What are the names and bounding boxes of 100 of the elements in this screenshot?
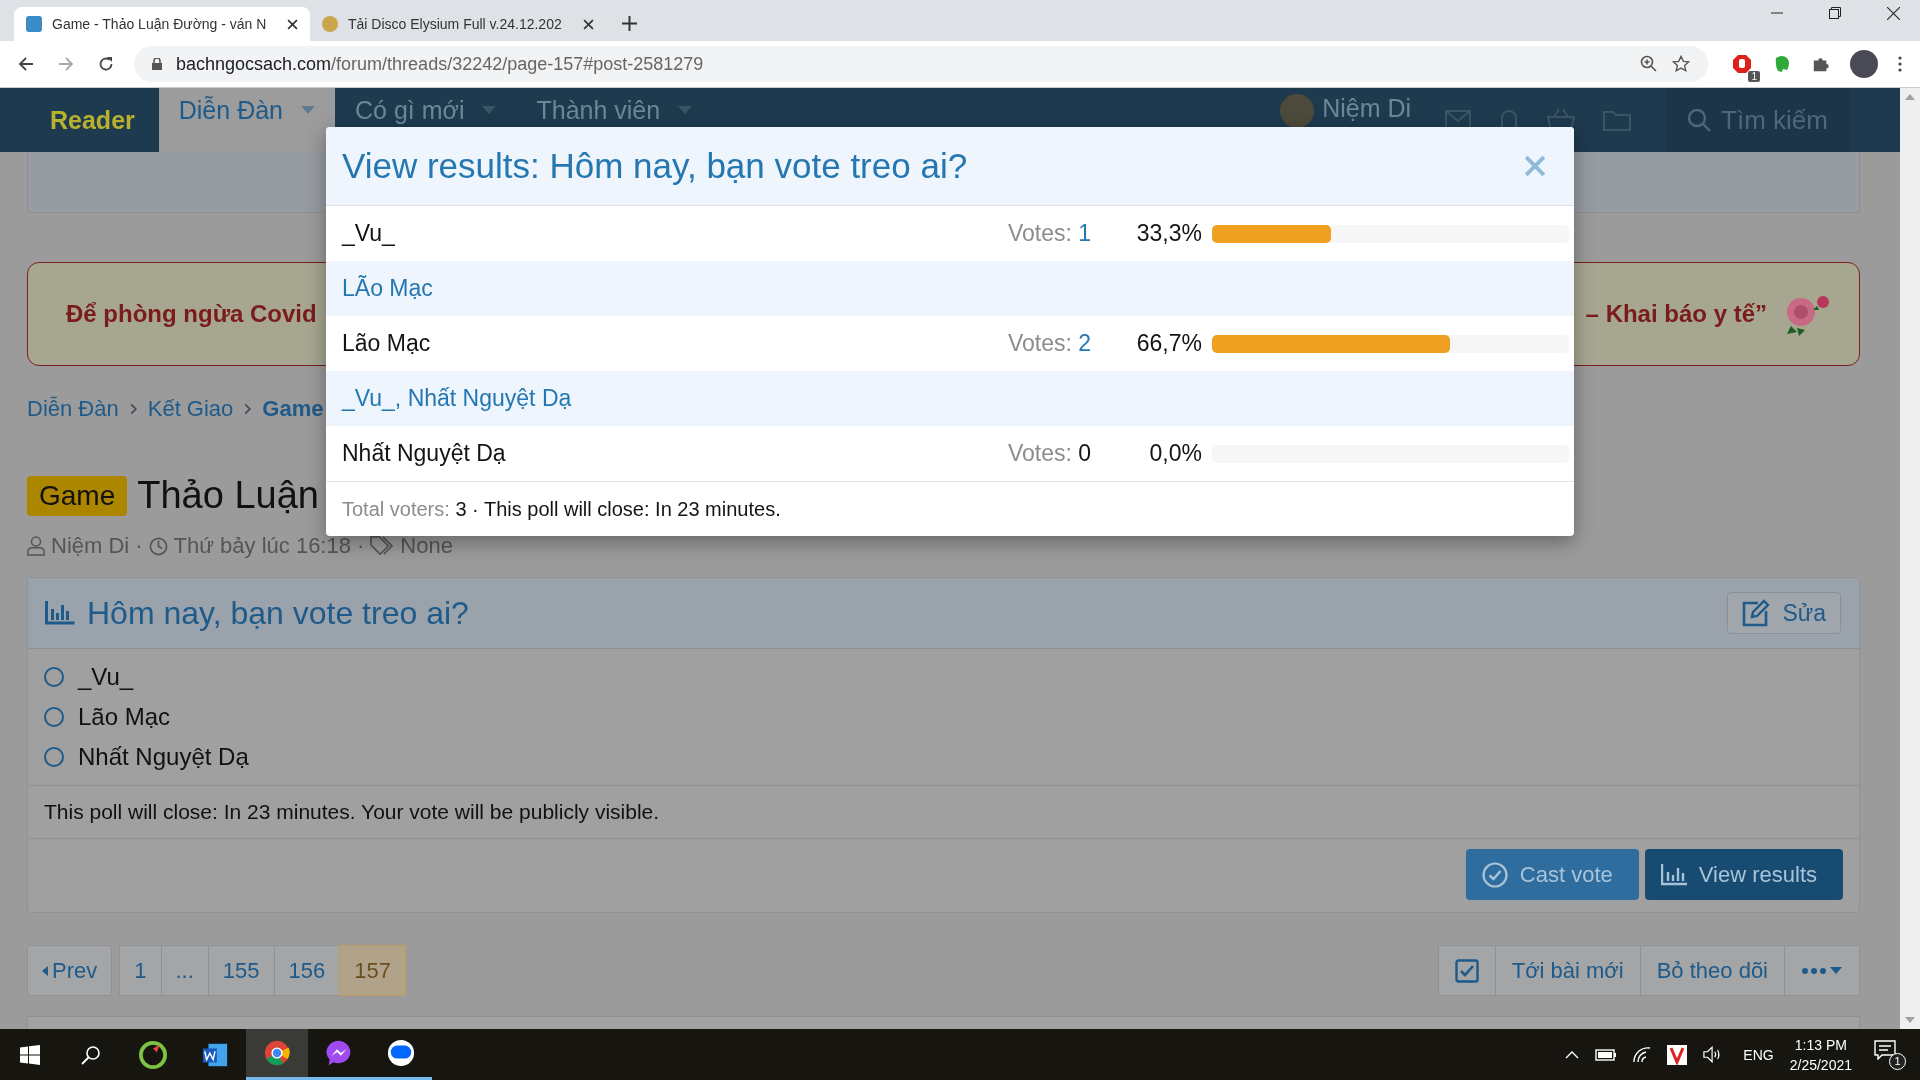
user-menu[interactable]: Niệm Di [1260, 88, 1432, 152]
browser-tab[interactable]: Game - Thảo Luận Đường - ván N [14, 7, 310, 41]
edit-icon [1742, 599, 1771, 627]
thread-action-button[interactable]: Tới bài mới [1494, 945, 1641, 996]
site-logo[interactable]: Reader [50, 105, 135, 135]
chat-bubble-icon [325, 1039, 353, 1067]
zoom-in-icon[interactable] [1640, 55, 1658, 73]
voter-list[interactable]: _Vu_, Nhất Nguyệt Dạ [326, 371, 1574, 426]
breadcrumb-link[interactable]: Kết Giao [147, 396, 234, 422]
option-label[interactable]: Lão Mạc [78, 703, 171, 731]
edit-button[interactable]: Sửa [1727, 592, 1841, 634]
breadcrumb-link[interactable]: Game [262, 396, 324, 422]
option-label[interactable]: Nhất Nguyệt Dạ [78, 743, 249, 771]
vote-percent: 33,3% [1135, 220, 1202, 247]
user-avatar [1280, 94, 1315, 128]
bar-chart-icon [1660, 863, 1687, 886]
vote-count: Votes: 1 [1008, 220, 1093, 247]
reload-icon[interactable] [98, 56, 114, 72]
caret-icon [678, 106, 693, 114]
option-label[interactable]: _Vu_ [78, 663, 134, 691]
chevron-right-icon [244, 403, 252, 415]
lock-icon [152, 58, 162, 70]
new-tab-icon[interactable] [622, 16, 637, 31]
message-icon [1874, 1039, 1896, 1060]
poll-question: Hôm nay, bạn vote treo ai? [87, 594, 469, 632]
watch-toggle[interactable] [1437, 945, 1496, 996]
back-arrow-icon[interactable] [18, 56, 34, 72]
search-icon [1687, 108, 1712, 132]
browser-icon [263, 1039, 291, 1067]
poll-note: This poll will close: In 23 minutes. Your vote will be publicly visible. [28, 786, 1859, 839]
page-number-button[interactable]: 1 [119, 945, 162, 996]
close-icon[interactable] [287, 18, 298, 30]
windows-start-icon[interactable] [20, 1044, 40, 1065]
result-option: Lão Mạc [326, 330, 1008, 357]
site-favicon-icon [26, 16, 42, 32]
more-menu-icon[interactable] [1898, 56, 1902, 72]
page-number-button[interactable]: ... [160, 945, 209, 996]
star-icon[interactable] [1672, 55, 1690, 73]
address-field[interactable]: bachngocsach.com/forum/threads/32242/page-157#post-2581279 [134, 46, 1708, 82]
notice-text: – Khai báo y tế” [1585, 300, 1767, 328]
separator-dot: · [135, 533, 143, 559]
notice-text: Để phòng ngừa Covid [66, 300, 317, 328]
clock-icon [148, 536, 168, 556]
vote-percent: 66,7% [1135, 330, 1202, 357]
bar-chart-icon [44, 601, 75, 625]
radio-button[interactable] [44, 747, 64, 767]
more-options-button[interactable] [1784, 945, 1860, 996]
separator-dot: · [356, 533, 365, 559]
vote-count: Votes: 0 [1008, 440, 1093, 467]
radio-button[interactable] [44, 667, 64, 687]
tags-icon [370, 536, 395, 556]
nav-tab[interactable]: Diễn Đàn [158, 88, 335, 152]
result-option: _Vu_ [326, 220, 1008, 247]
notification-count: 1 [1889, 1052, 1906, 1070]
restore-icon[interactable] [1829, 7, 1841, 19]
poll-option[interactable]: Lão Mạc [44, 703, 1843, 731]
more-dots-icon [1801, 965, 1843, 976]
close-icon[interactable] [1887, 7, 1900, 20]
poll-option[interactable]: Nhất Nguyệt Dạ [44, 743, 1843, 771]
thread-tags: None [400, 533, 453, 559]
v-letter-icon[interactable] [1667, 1044, 1688, 1065]
site-favicon-icon [322, 16, 338, 32]
browser-tab[interactable]: Tải Disco Elysium Full v.24.12.202 [310, 7, 606, 41]
thread-prefix-label[interactable]: Game [27, 475, 128, 516]
caret-left-icon [42, 965, 48, 976]
vote-percent: 0,0% [1148, 440, 1202, 467]
chevron-up-icon[interactable] [1565, 1050, 1580, 1059]
close-icon[interactable] [583, 18, 594, 30]
page-number-button[interactable]: 157 [339, 945, 406, 996]
notifications-button[interactable]: 1 [1874, 1039, 1906, 1070]
user-icon [27, 536, 45, 556]
thread-title: Thảo Luận [137, 474, 319, 517]
thread-date[interactable]: Thứ bảy lúc 16:18 [173, 533, 351, 559]
language-indicator[interactable]: ENG [1743, 1046, 1774, 1063]
thread-author[interactable]: Niệm Di [51, 533, 130, 559]
radio-button[interactable] [44, 707, 64, 727]
search-icon[interactable] [81, 1044, 101, 1065]
page-number-button[interactable]: 156 [273, 945, 341, 996]
chat-app-icon [387, 1039, 415, 1067]
thread-action-button[interactable]: Bỏ theo dõi [1639, 945, 1785, 996]
prev-page-button[interactable]: Prev [27, 945, 113, 996]
breadcrumb-link[interactable]: Diễn Đàn [27, 396, 119, 422]
dialog-footer-text: Total voters: 3 · This poll will close: In 23 minutes. [326, 481, 1574, 536]
taskbar-app[interactable] [246, 1029, 308, 1080]
page-number-button[interactable]: 155 [207, 945, 275, 996]
poll-button[interactable]: View results [1644, 849, 1843, 900]
puzzle-icon[interactable] [1812, 55, 1830, 73]
clock[interactable]: 1:13 PM 2/25/2021 [1789, 1034, 1852, 1075]
result-option: Nhất Nguyệt Dạ [326, 440, 1008, 467]
battery-icon[interactable] [1595, 1048, 1618, 1061]
chevron-right-icon [129, 403, 137, 415]
extension-count-badge: 1 [1748, 71, 1760, 82]
poll-option[interactable]: _Vu_ [44, 663, 1843, 691]
voter-list[interactable]: LÃo Mạc [326, 261, 1574, 316]
wifi-icon[interactable] [1633, 1046, 1652, 1063]
checkbox-icon [1454, 958, 1479, 983]
poll-button[interactable]: Cast vote [1465, 849, 1639, 900]
check-circle-icon [1481, 861, 1508, 888]
caret-icon [301, 106, 315, 114]
profile-avatar[interactable] [1850, 50, 1878, 78]
